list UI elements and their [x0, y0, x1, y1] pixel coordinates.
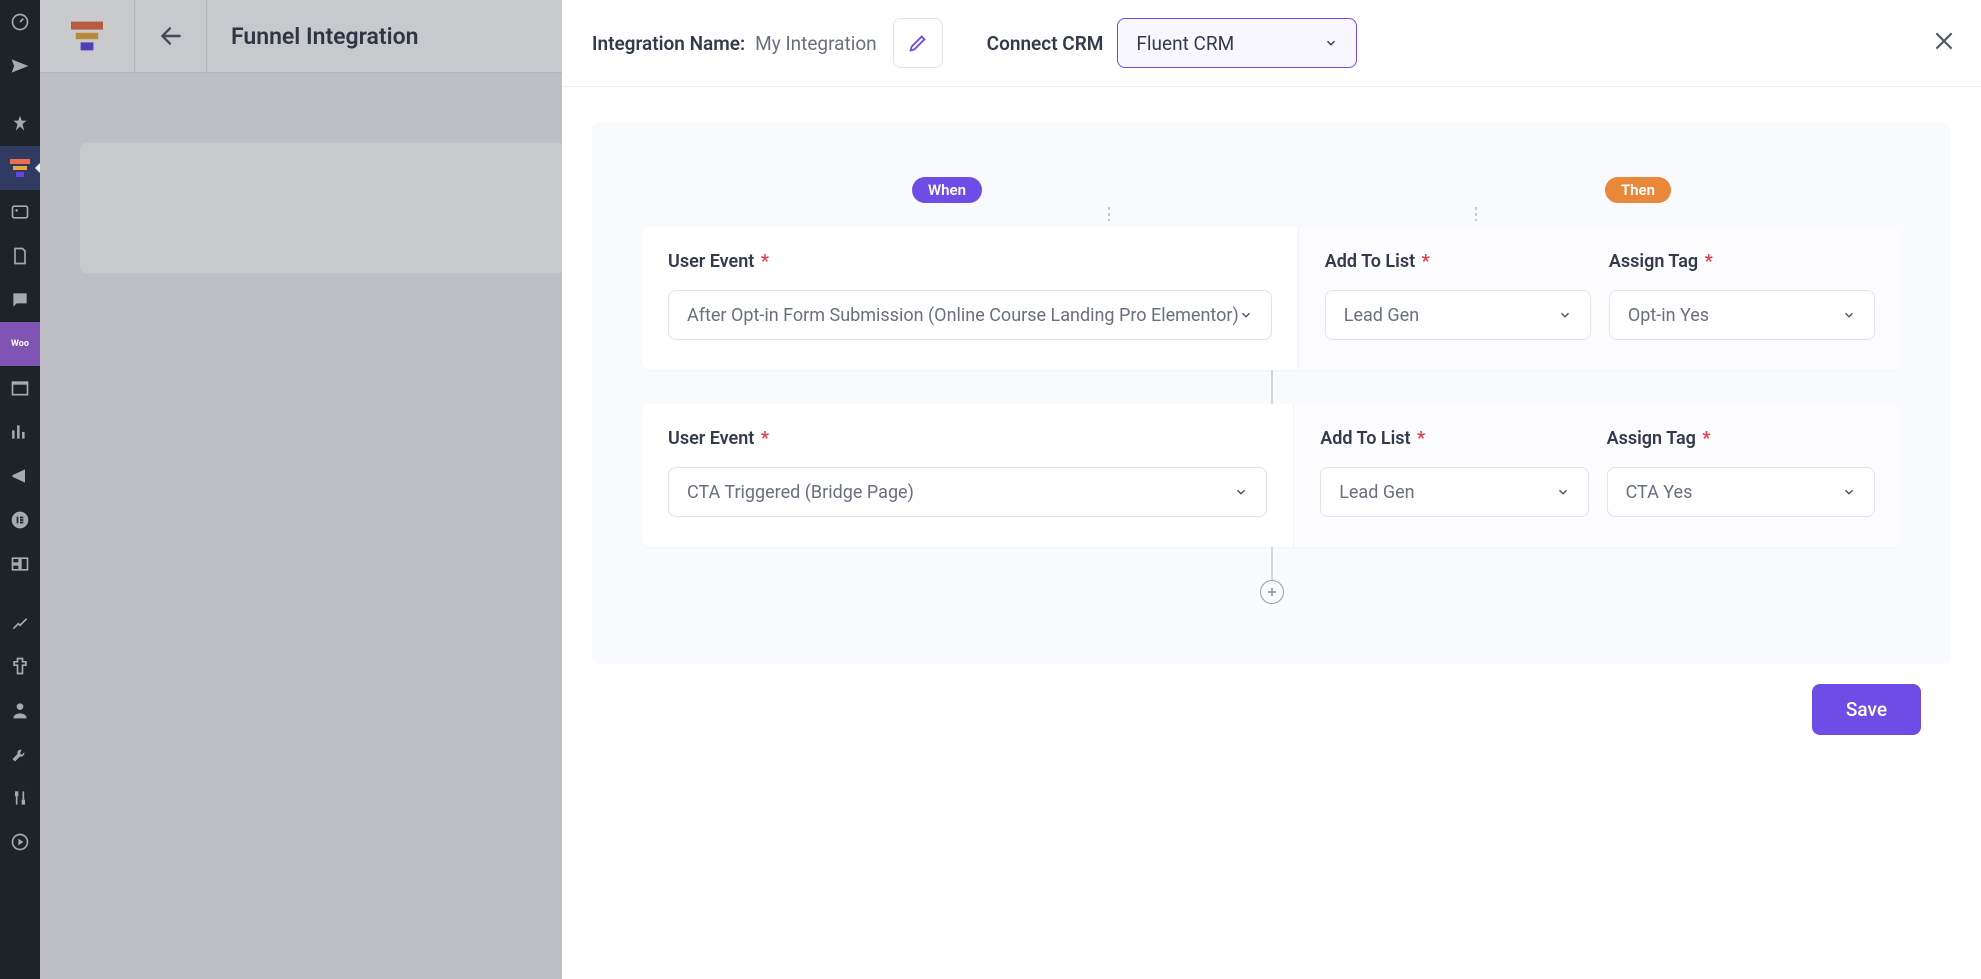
- chevron-down-icon: [1842, 308, 1856, 322]
- sidebar-appearance[interactable]: [0, 600, 40, 644]
- assign-tag-select[interactable]: Opt-in Yes: [1609, 290, 1875, 340]
- chevron-down-icon: [1842, 485, 1856, 499]
- rule-row: User Event * CTA Triggered (Bridge Page)…: [642, 404, 1901, 547]
- user-event-label: User Event *: [668, 428, 1267, 449]
- sidebar-settings[interactable]: [0, 776, 40, 820]
- sidebar-tools[interactable]: [0, 732, 40, 776]
- add-to-list-label: Add To List *: [1320, 428, 1588, 449]
- sidebar-marketing[interactable]: [0, 454, 40, 498]
- chevron-down-icon: [1239, 308, 1253, 322]
- dash-right: [1475, 207, 1477, 221]
- sidebar-analytics[interactable]: [0, 410, 40, 454]
- user-event-select[interactable]: CTA Triggered (Bridge Page): [668, 467, 1267, 517]
- integration-name-value: My Integration: [755, 32, 876, 55]
- save-button[interactable]: Save: [1812, 684, 1921, 735]
- chevron-down-icon: [1324, 36, 1338, 50]
- pencil-icon: [907, 32, 929, 54]
- sidebar-funnel-item[interactable]: [0, 146, 40, 190]
- panel-body: When Then User Event * After Opt-in Form…: [562, 87, 1981, 979]
- connect-crm-value: Fluent CRM: [1136, 32, 1234, 55]
- sidebar-plugins[interactable]: [0, 644, 40, 688]
- user-event-label: User Event *: [668, 251, 1272, 272]
- sidebar-pin[interactable]: [0, 102, 40, 146]
- sidebar-archive[interactable]: [0, 366, 40, 410]
- sidebar-separator: [0, 88, 40, 102]
- integration-name-label: Integration Name:: [592, 32, 745, 55]
- assign-tag-label: Assign Tag *: [1609, 251, 1875, 272]
- plus-icon: [1266, 586, 1278, 598]
- add-rule-button[interactable]: [1260, 580, 1284, 604]
- when-pill: When: [912, 177, 982, 203]
- sidebar-woo[interactable]: Woo: [0, 322, 40, 366]
- add-to-list-select[interactable]: Lead Gen: [1325, 290, 1591, 340]
- then-pill: Then: [1605, 177, 1671, 203]
- rule-connector-bottom: [1271, 547, 1273, 581]
- sidebar-separator-2: [0, 586, 40, 600]
- add-to-list-label: Add To List *: [1325, 251, 1591, 272]
- assign-tag-select[interactable]: CTA Yes: [1607, 467, 1875, 517]
- sidebar-pages[interactable]: [0, 234, 40, 278]
- assign-tag-label: Assign Tag *: [1607, 428, 1875, 449]
- sidebar-media[interactable]: [0, 190, 40, 234]
- edit-name-button[interactable]: [893, 18, 943, 68]
- sidebar-comments[interactable]: [0, 278, 40, 322]
- rule-row: User Event * After Opt-in Form Submissio…: [642, 227, 1901, 370]
- add-to-list-select[interactable]: Lead Gen: [1320, 467, 1588, 517]
- user-event-select[interactable]: After Opt-in Form Submission (Online Cou…: [668, 290, 1272, 340]
- add-rule-row: [642, 580, 1901, 604]
- sidebar-dashboard[interactable]: [0, 0, 40, 44]
- dash-row: [642, 203, 1901, 227]
- panel-header: Integration Name: My Integration Connect…: [562, 0, 1981, 87]
- connect-crm-label: Connect CRM: [987, 32, 1104, 55]
- funnel-icon: [10, 159, 30, 177]
- integration-panel: Integration Name: My Integration Connect…: [562, 0, 1981, 979]
- panel-footer: Save: [592, 664, 1951, 765]
- connect-crm-select[interactable]: Fluent CRM: [1117, 18, 1357, 68]
- sidebar-templates[interactable]: [0, 542, 40, 586]
- close-panel-button[interactable]: [1931, 28, 1957, 58]
- close-icon: [1931, 28, 1957, 54]
- sidebar-play[interactable]: [0, 820, 40, 864]
- chevron-down-icon: [1558, 308, 1572, 322]
- chevron-down-icon: [1556, 485, 1570, 499]
- rules-board: When Then User Event * After Opt-in Form…: [592, 123, 1951, 664]
- sidebar-mail[interactable]: [0, 44, 40, 88]
- pill-row: When Then: [642, 177, 1901, 203]
- sidebar-elementor[interactable]: [0, 498, 40, 542]
- sidebar-users[interactable]: [0, 688, 40, 732]
- chevron-down-icon: [1234, 485, 1248, 499]
- rule-connector: [1271, 370, 1273, 404]
- wp-admin-sidebar: Woo: [0, 0, 40, 979]
- dash-left: [1108, 207, 1110, 221]
